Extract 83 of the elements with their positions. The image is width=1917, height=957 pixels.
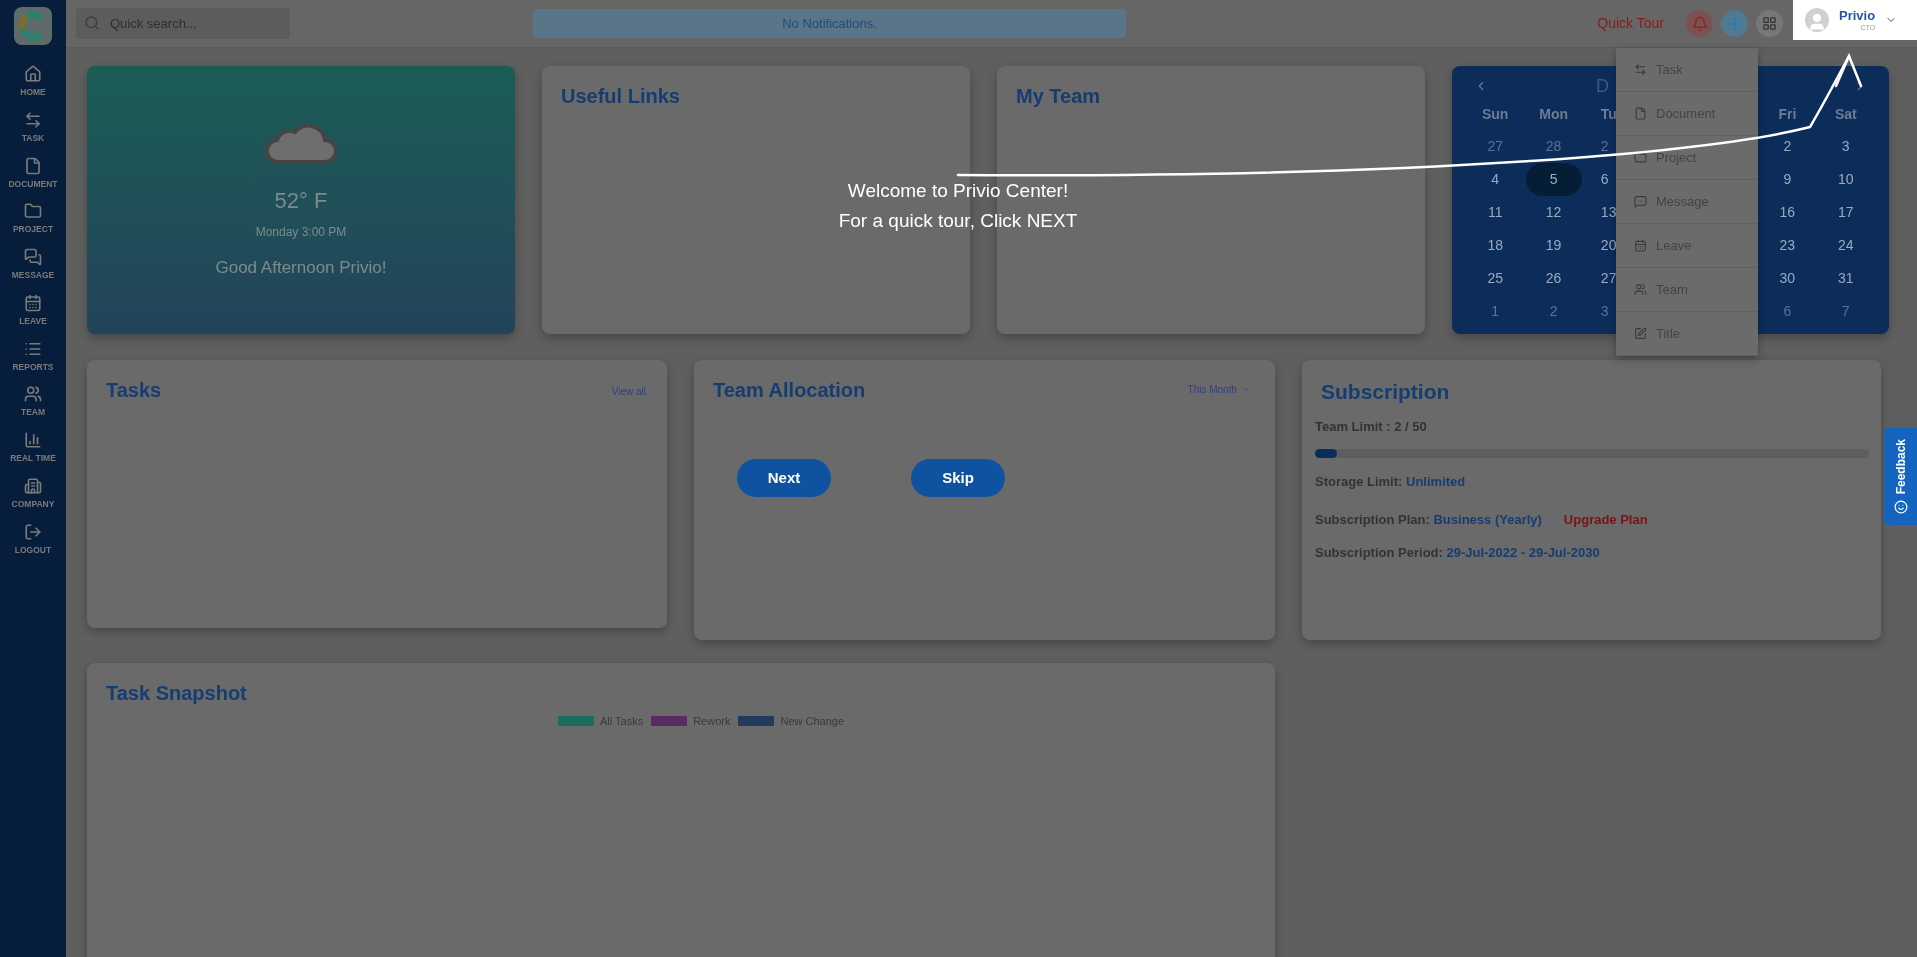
sidebar-item[interactable]: LOGOUT: [1, 522, 65, 557]
notification-bar: No Notifications.: [533, 9, 1126, 38]
calendar-day[interactable]: 1: [1467, 295, 1524, 328]
calendar-day[interactable]: 18: [1467, 229, 1524, 262]
weekday-label: Sat: [1834, 104, 1857, 124]
weekday-label: Mon: [1539, 104, 1568, 124]
calendar-day[interactable]: 28: [1525, 130, 1582, 163]
calendar-day[interactable]: 9: [1759, 163, 1816, 196]
signal-bars-icon: [24, 431, 42, 449]
people-icon: [24, 385, 42, 404]
grid-icon: [1762, 16, 1777, 31]
building-icon: [24, 476, 42, 495]
calendar-day[interactable]: 31: [1817, 262, 1874, 295]
weekday-label: Fri: [1778, 104, 1797, 124]
home-icon: [24, 65, 42, 83]
edit-icon: [1634, 327, 1647, 340]
calendar-day[interactable]: 27: [1467, 130, 1524, 163]
feedback-tab[interactable]: Feedback: [1884, 428, 1917, 525]
calendar-day[interactable]: 26: [1525, 262, 1582, 295]
calendar-day[interactable]: 10: [1817, 163, 1874, 196]
calendar-day[interactable]: 5: [1525, 163, 1582, 196]
sidebar-item[interactable]: PROJECT: [1, 202, 65, 236]
calendar-icon: [1634, 239, 1647, 252]
card-title: Tasks: [106, 380, 162, 400]
document-icon: [1634, 107, 1647, 120]
arrows-icon: [24, 110, 42, 129]
weekday-label: Tu: [1600, 104, 1617, 124]
avatar: [1805, 8, 1829, 32]
calendar-day[interactable]: 23: [1759, 229, 1816, 262]
logout-icon: [24, 522, 42, 541]
calendar-day[interactable]: 24: [1817, 229, 1874, 262]
calendar-day[interactable]: 19: [1525, 229, 1582, 262]
chevron-down-icon: [1241, 385, 1250, 394]
tour-message: Welcome to Privio Center!: [847, 179, 1069, 203]
logo-icon[interactable]: [14, 7, 52, 45]
sidebar-item[interactable]: TEAM: [1, 385, 65, 419]
calendar-day[interactable]: 7: [1817, 295, 1874, 328]
calendar-day[interactable]: 2: [1759, 130, 1816, 163]
calendar-day[interactable]: 12: [1525, 196, 1582, 229]
smile-icon: [1893, 500, 1908, 515]
subscription-plan-text: Subscription Plan: Business (Yearly): [1315, 510, 1542, 529]
greeting: Good Afternoon Privio!: [215, 257, 387, 279]
card-title: Task Snapshot: [106, 683, 248, 703]
calendar-day[interactable]: 6: [1759, 295, 1816, 328]
chat-icon: [24, 248, 42, 266]
tour-message: For a quick tour, Click NEXT: [838, 209, 1078, 233]
sidebar-item[interactable]: MESSAGE: [1, 248, 65, 282]
sidebar-item[interactable]: TASK: [1, 110, 65, 145]
sidebar-item[interactable]: COMPANY: [1, 476, 65, 511]
calendar-day[interactable]: 2: [1525, 295, 1582, 328]
user-name: Privio: [1839, 9, 1876, 22]
date-time: Monday 3:00 PM: [255, 224, 347, 241]
people-icon: [1634, 283, 1647, 296]
calendar-day[interactable]: 30: [1759, 262, 1816, 295]
sidebar-item[interactable]: DOCUMENT: [1, 156, 65, 191]
calendar-day[interactable]: 17: [1817, 196, 1874, 229]
calendar-day[interactable]: 3: [1817, 130, 1874, 163]
card-title: Subscription: [1321, 379, 1451, 405]
card-title: Useful Links: [561, 86, 681, 106]
tour-button[interactable]: Skip: [911, 459, 1005, 497]
calendar-day[interactable]: 11: [1467, 196, 1524, 229]
upgrade-plan-link[interactable]: Upgrade Plan: [1563, 509, 1648, 529]
sidebar-item[interactable]: REAL TIME: [1, 431, 65, 465]
tour-button[interactable]: Next: [737, 459, 831, 497]
card-title: Team Allocation: [713, 380, 866, 400]
temperature: 52° F: [274, 187, 328, 215]
folder-icon: [1634, 151, 1647, 164]
sidebar-item[interactable]: HOME: [1, 65, 65, 99]
sidebar-item[interactable]: LEAVE: [1, 293, 65, 328]
bell-icon: [1691, 15, 1708, 32]
arrows-icon: [1634, 63, 1647, 76]
calendar-icon: [24, 293, 42, 312]
sidebar-item[interactable]: REPORTS: [1, 339, 65, 374]
chat-icon: [1634, 195, 1647, 208]
weekday-label: Sun: [1482, 104, 1509, 124]
calendar-day[interactable]: 25: [1467, 262, 1524, 295]
calendar-day[interactable]: 16: [1759, 196, 1816, 229]
document-icon: [24, 156, 42, 175]
card-title: My Team: [1016, 86, 1102, 106]
folder-icon: [24, 202, 42, 221]
apps-button[interactable]: [1756, 10, 1783, 37]
search-icon: [84, 15, 100, 31]
calendar-day[interactable]: 4: [1467, 163, 1524, 196]
